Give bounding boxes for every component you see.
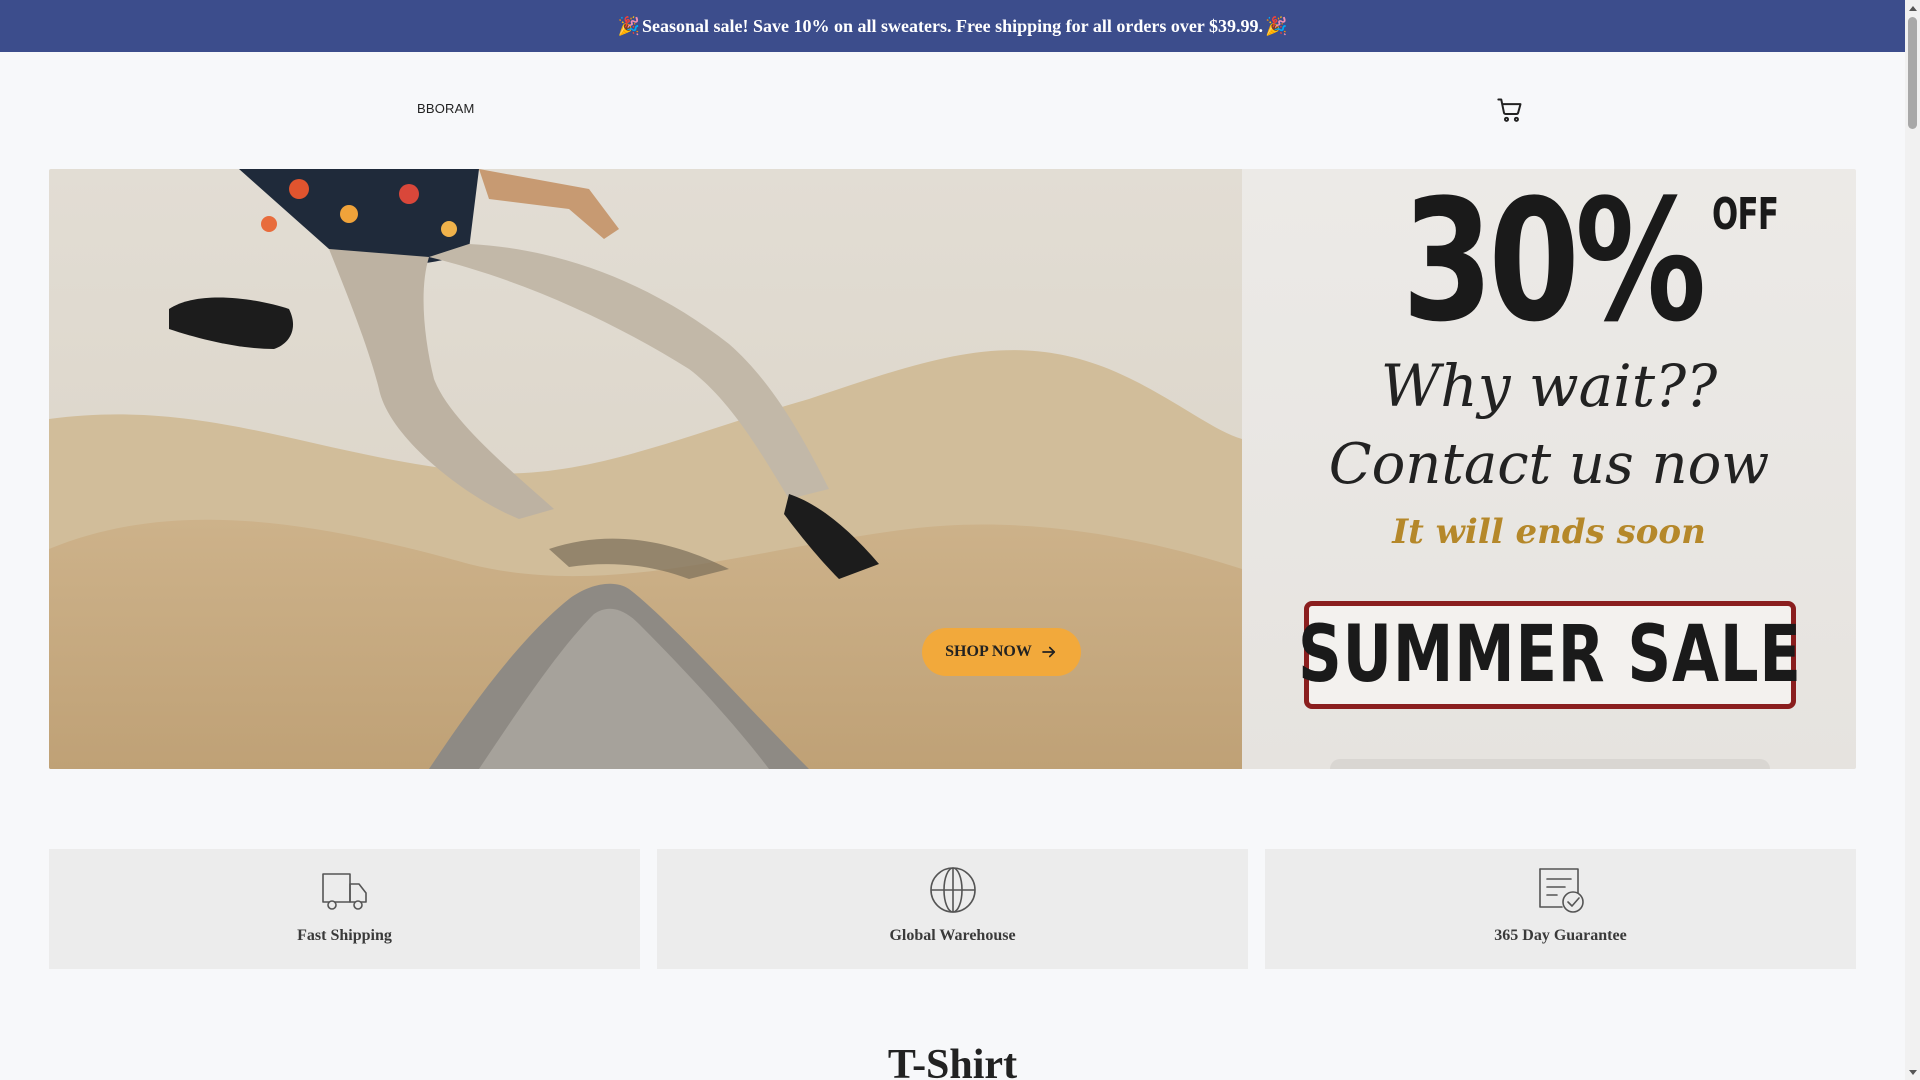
caret-up-icon <box>1908 5 1917 11</box>
scroll-down-arrow[interactable] <box>1905 1065 1920 1080</box>
summer-sale-text: SUMMER SALE <box>1298 610 1802 700</box>
section-title: T-Shirt <box>887 1042 1018 1080</box>
hero-banner: 30% OFF Why wait?? Contact us now It wil… <box>49 169 1856 769</box>
promo-subheadline: Contact us now <box>1328 432 1770 497</box>
store-logo[interactable]: BBORAM <box>417 101 475 116</box>
hero-photo <box>49 169 1242 769</box>
truck-icon <box>321 873 367 910</box>
promo-decoration <box>1330 759 1770 769</box>
feature-label: Global Warehouse <box>889 927 1016 944</box>
cart-button[interactable] <box>1496 96 1524 124</box>
shop-now-label: SHOP NOW <box>945 643 1032 660</box>
caret-down-icon <box>1908 1069 1917 1075</box>
shop-now-button[interactable]: SHOP NOW <box>922 628 1081 676</box>
feature-365-day-guarantee: 365 Day Guarantee <box>1265 849 1856 969</box>
feature-list: Fast Shipping Global Warehouse 365 Day G… <box>49 849 1856 969</box>
summer-sale-badge: SUMMER SALE <box>1298 601 1801 709</box>
arrow-right-icon <box>1042 646 1055 658</box>
promo-off: OFF <box>1712 189 1779 240</box>
cart-icon <box>1497 98 1522 122</box>
promo-deadline: It will ends soon <box>1392 512 1706 552</box>
page-scrollbar[interactable] <box>1905 0 1920 1080</box>
promo-percent: 30% <box>1402 169 1706 359</box>
globe-icon <box>929 867 976 913</box>
announcement-text: Seasonal sale! Save 10% on all sweaters.… <box>642 15 1263 36</box>
promo-headline: Why wait?? <box>1380 352 1718 420</box>
scroll-up-arrow[interactable] <box>1905 0 1920 15</box>
feature-label: 365 Day Guarantee <box>1494 927 1627 944</box>
party-popper-icon: 🎉 <box>617 15 640 37</box>
site-header: BBORAM <box>0 52 1905 169</box>
announcement-bar: 🎉 Seasonal sale! Save 10% on all sweater… <box>0 0 1905 52</box>
feature-label: Fast Shipping <box>297 927 392 944</box>
feature-fast-shipping: Fast Shipping <box>49 849 640 969</box>
scrollbar-thumb[interactable] <box>1908 17 1917 129</box>
document-check-icon <box>1538 868 1584 913</box>
summer-sale-promo: 30% OFF Why wait?? Contact us now It wil… <box>1242 169 1856 769</box>
party-popper-icon: 🎉 <box>1264 15 1288 37</box>
feature-global-warehouse: Global Warehouse <box>657 849 1248 969</box>
